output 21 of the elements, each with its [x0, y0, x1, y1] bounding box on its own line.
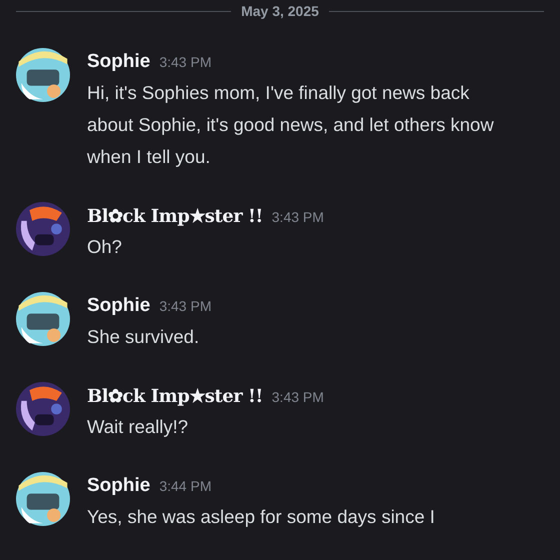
username[interactable]: Bl✿ck Imp★ster !! [87, 205, 263, 227]
timestamp: 3:43 PM [272, 389, 324, 405]
username[interactable]: Bl✿ck Imp★ster !! [87, 385, 263, 407]
message-text: Yes, she was asleep for some days since I [87, 505, 435, 529]
message-text: Wait really!? [87, 415, 190, 439]
username[interactable]: Sophie [87, 475, 150, 497]
avatar[interactable] [16, 202, 70, 256]
timestamp: 3:44 PM [159, 478, 212, 494]
avatar[interactable] [16, 382, 70, 436]
timestamp: 3:43 PM [272, 209, 324, 225]
username[interactable]: Sophie [87, 51, 150, 73]
avatar[interactable] [16, 48, 70, 102]
avatar[interactable] [16, 292, 70, 346]
message-text: She survived. [87, 325, 200, 349]
message-text: Oh? [87, 235, 123, 259]
date-divider: May 3, 2025 [240, 3, 320, 19]
avatar[interactable] [16, 472, 70, 526]
timestamp: 3:43 PM [159, 298, 212, 314]
username[interactable]: Sophie [87, 295, 150, 317]
message-text: Hi, it's Sophies mom, I've finally got news back about Sophie, it's good news, and let others know when I tell you. [87, 81, 495, 169]
timestamp: 3:43 PM [159, 54, 212, 70]
